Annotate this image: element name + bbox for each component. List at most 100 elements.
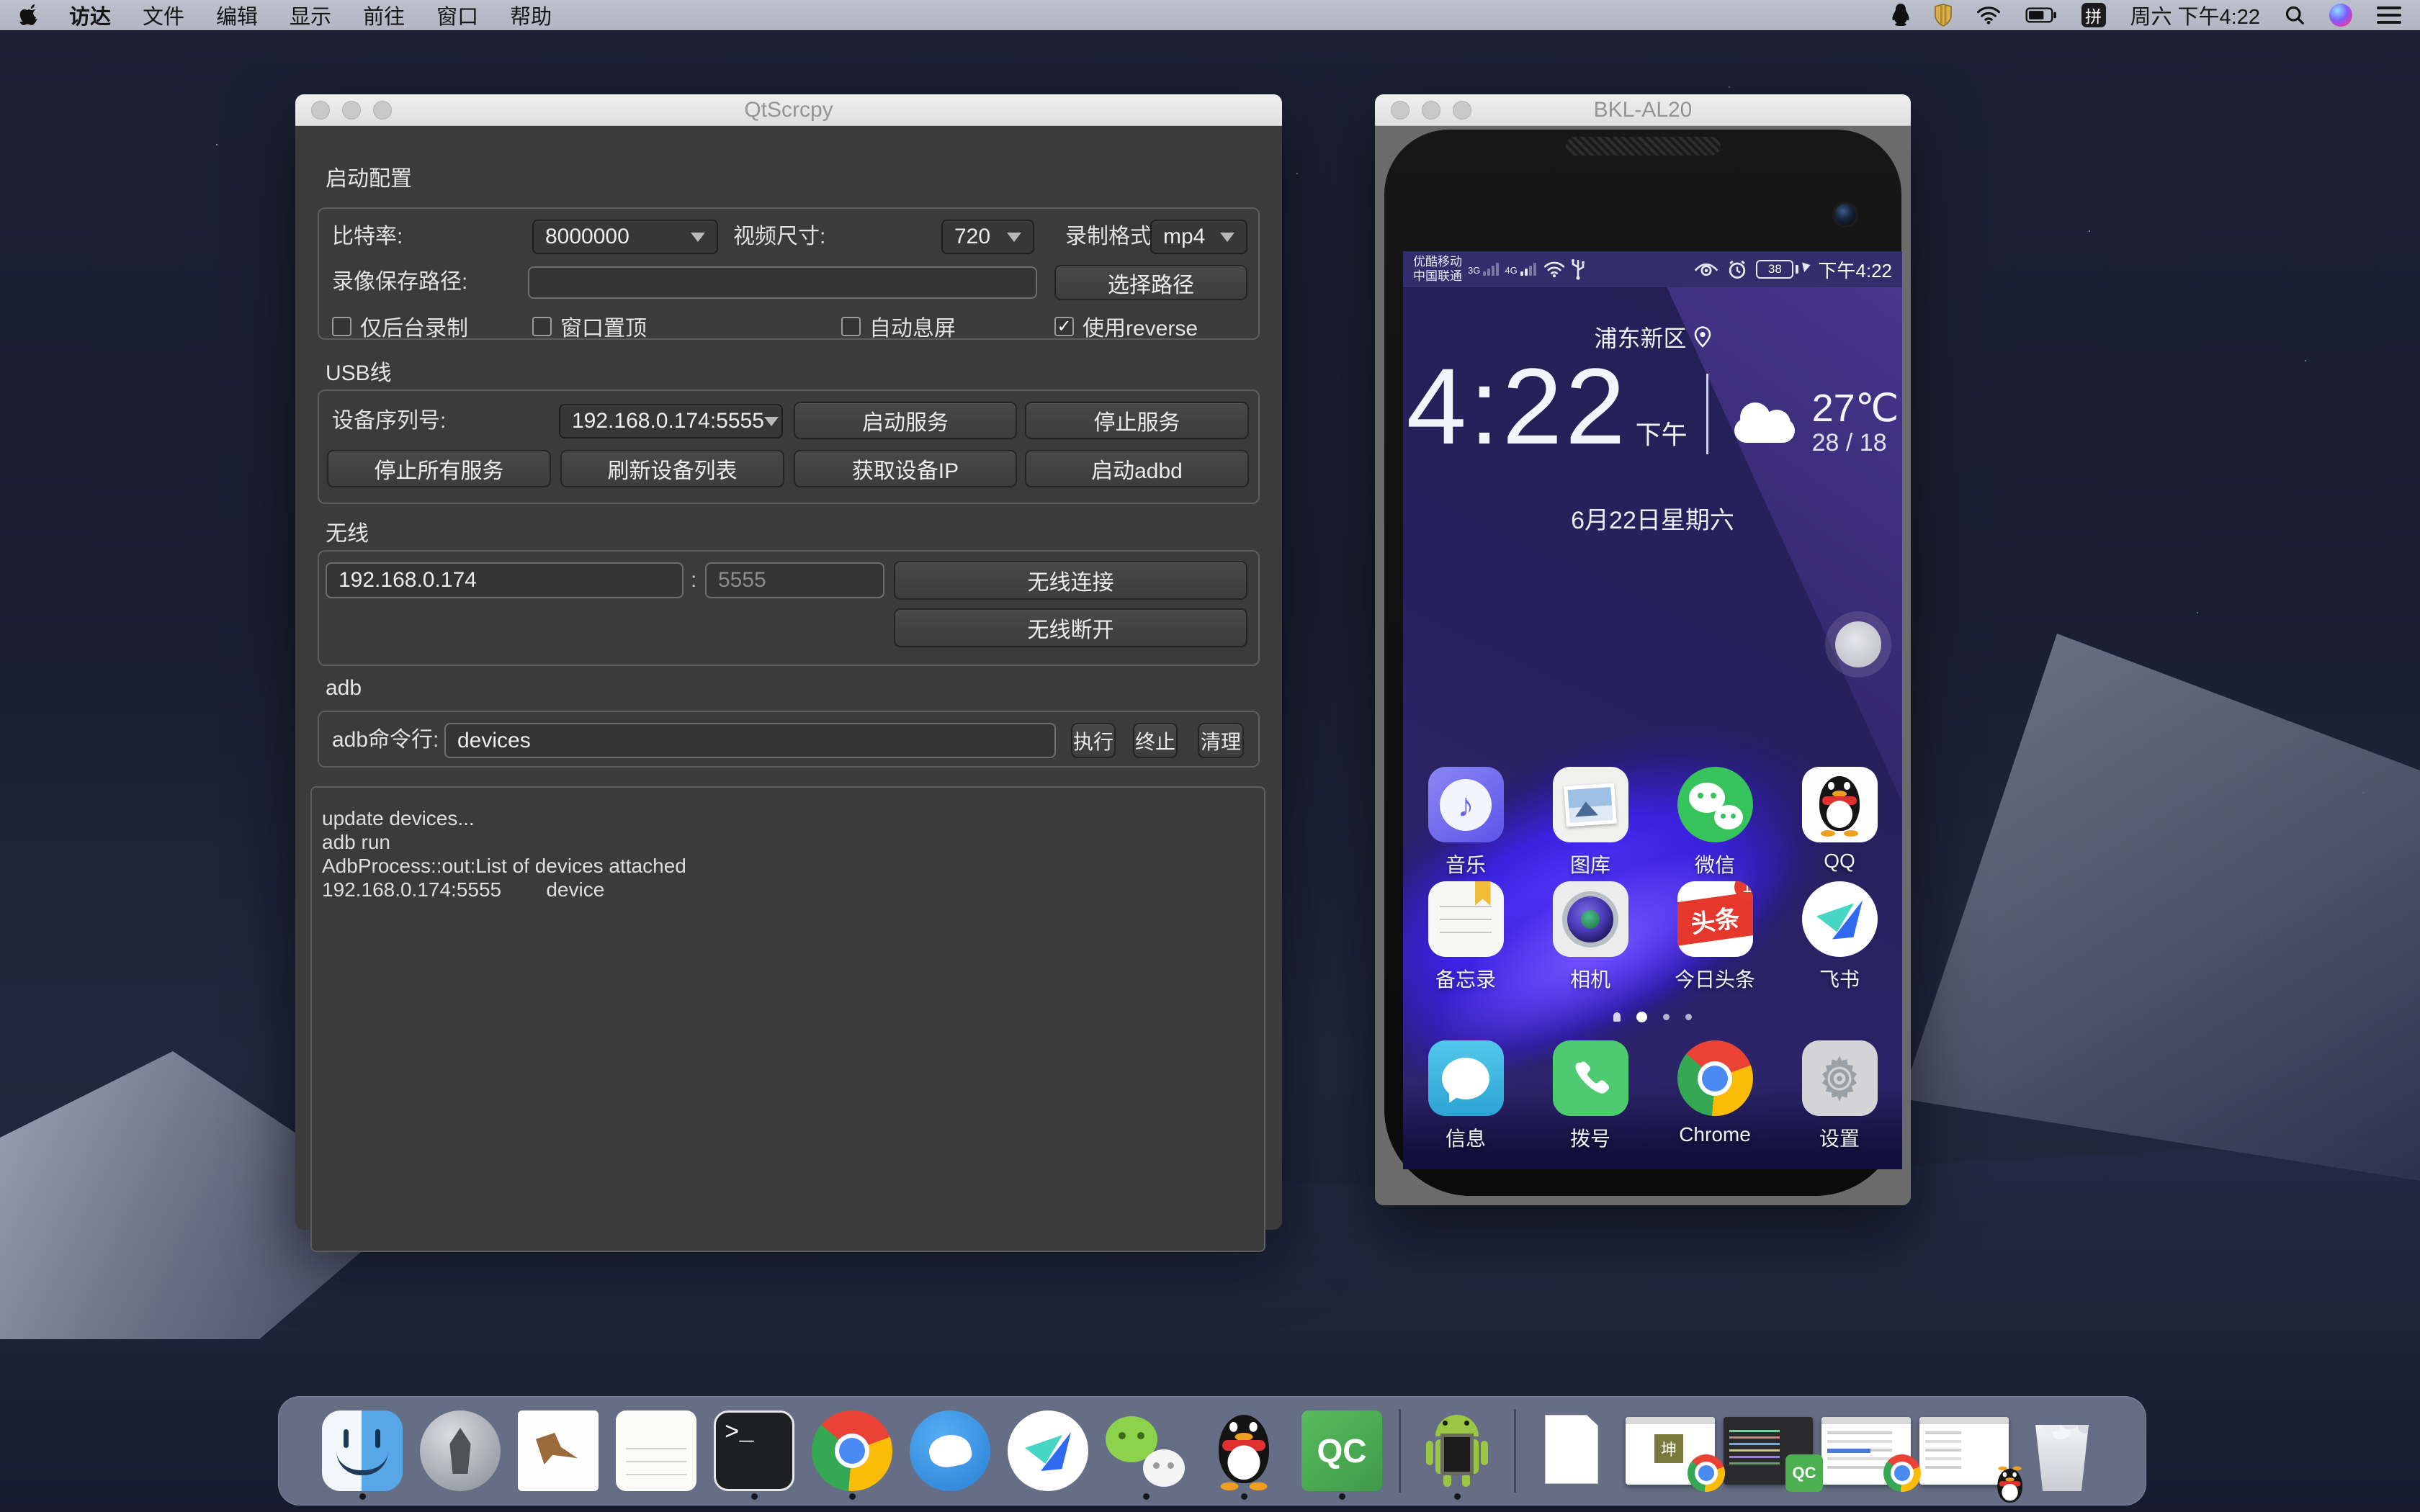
- dock-minimized-window-baidu[interactable]: [1819, 1400, 1914, 1501]
- siri-icon[interactable]: [2329, 4, 2352, 27]
- close-window-button[interactable]: [311, 101, 330, 120]
- app-messages[interactable]: 信息: [1423, 1040, 1508, 1152]
- dock-terminal[interactable]: >_: [707, 1400, 802, 1501]
- adb-clear-button[interactable]: 清理: [1198, 723, 1244, 758]
- app-camera[interactable]: 相机: [1548, 881, 1633, 993]
- minimize-window-button[interactable]: [1422, 101, 1440, 120]
- app-qq[interactable]: QQ: [1797, 767, 1882, 878]
- stop-service-button[interactable]: 停止服务: [1025, 402, 1249, 439]
- video-size-combobox[interactable]: 720: [941, 220, 1034, 254]
- battery-icon[interactable]: [2025, 7, 2057, 23]
- checkbox-box[interactable]: [532, 317, 552, 336]
- record-path-input[interactable]: [528, 266, 1037, 299]
- shield-icon[interactable]: [1935, 4, 1952, 27]
- dock-android-scrcpy[interactable]: [1410, 1400, 1505, 1501]
- app-settings[interactable]: 设置: [1797, 1040, 1882, 1152]
- checkbox-box[interactable]: [841, 317, 861, 336]
- phone-window-titlebar[interactable]: BKL-AL20: [1375, 94, 1911, 126]
- dock-wechat[interactable]: [1099, 1400, 1193, 1501]
- dock-paper-plane-app[interactable]: [1001, 1400, 1095, 1501]
- menu-file[interactable]: 文件: [143, 0, 184, 30]
- start-adbd-button[interactable]: 启动adbd: [1025, 450, 1249, 487]
- finder-icon: [322, 1410, 403, 1491]
- assistive-floating-ball[interactable]: [1835, 621, 1881, 667]
- qtscrcpy-titlebar[interactable]: QtScrcpy: [295, 94, 1282, 126]
- zoom-window-button[interactable]: [1453, 101, 1471, 120]
- checkbox-screen-off[interactable]: 自动息屏: [841, 310, 956, 342]
- menu-help[interactable]: 帮助: [510, 0, 552, 30]
- menubar-clock[interactable]: 周六 下午4:22: [2130, 0, 2261, 30]
- wallpaper-dune-right: [1901, 634, 2420, 1181]
- stop-all-services-button[interactable]: 停止所有服务: [327, 450, 551, 487]
- dock-qq[interactable]: [1197, 1400, 1291, 1501]
- phone-screen[interactable]: 优酷移动 中国联通 3G 4G: [1403, 251, 1902, 1169]
- app-toutiao[interactable]: 头条 1 今日头条: [1672, 881, 1757, 993]
- checkbox-box[interactable]: [332, 317, 351, 336]
- get-device-ip-button[interactable]: 获取设备IP: [794, 450, 1017, 487]
- dock-minimized-window-qq[interactable]: [1917, 1400, 2012, 1501]
- clock-widget[interactable]: 4:22 下午 27℃ 28 / 18: [1403, 352, 1902, 460]
- chrome-badge-icon: [1883, 1454, 1921, 1492]
- qtscrcpy-body: 启动配置 比特率: 8000000 视频尺寸: 720 录制格式: mp4 录像…: [295, 126, 1282, 1230]
- minimize-window-button[interactable]: [342, 101, 361, 120]
- wireless-connect-button[interactable]: 无线连接: [894, 561, 1247, 600]
- apple-icon[interactable]: [19, 4, 37, 26]
- dock-notes[interactable]: [609, 1400, 704, 1501]
- app-label: 拨号: [1570, 1123, 1610, 1152]
- adb-kill-button[interactable]: 终止: [1133, 723, 1178, 758]
- choose-path-button[interactable]: 选择路径: [1054, 265, 1247, 300]
- spotlight-search-icon[interactable]: [2285, 5, 2305, 25]
- dock-qc-app[interactable]: QC: [1295, 1400, 1389, 1501]
- refresh-devices-button[interactable]: 刷新设备列表: [560, 450, 784, 487]
- app-label: 图库: [1570, 850, 1610, 878]
- menu-app-name[interactable]: 访达: [69, 0, 111, 30]
- adb-run-button[interactable]: 执行: [1071, 723, 1116, 758]
- adb-log-output[interactable]: update devices... adb run AdbProcess::ou…: [310, 786, 1265, 1252]
- documents-icon: [1532, 1410, 1613, 1491]
- menu-window[interactable]: 窗口: [436, 0, 478, 30]
- qq-menubar-icon[interactable]: [1891, 4, 1910, 27]
- pinyin-input-icon[interactable]: 拼: [2081, 3, 2106, 27]
- dock-trash[interactable]: [2015, 1400, 2110, 1501]
- dock-minimized-window-kun[interactable]: 坤: [1623, 1400, 1718, 1501]
- dock-launchpad[interactable]: [413, 1400, 508, 1501]
- running-indicator: [1454, 1493, 1461, 1500]
- checkbox-use-reverse[interactable]: 使用reverse: [1054, 310, 1198, 342]
- app-music[interactable]: ♪ 音乐: [1423, 767, 1508, 878]
- checkbox-always-on-top[interactable]: 窗口置顶: [532, 310, 647, 342]
- serial-combobox[interactable]: 192.168.0.174:5555: [559, 404, 783, 438]
- dock-documents-stack[interactable]: [1525, 1400, 1620, 1501]
- wireless-disconnect-button[interactable]: 无线断开: [894, 608, 1247, 647]
- start-service-button[interactable]: 启动服务: [794, 402, 1017, 439]
- wechat-icon: [1106, 1410, 1186, 1491]
- dock-finder[interactable]: [315, 1400, 410, 1501]
- camera-icon: [1553, 881, 1628, 957]
- app-chrome[interactable]: Chrome: [1672, 1040, 1757, 1152]
- dock-mail[interactable]: [511, 1400, 606, 1501]
- record-format-combobox[interactable]: mp4: [1150, 220, 1247, 254]
- menu-edit[interactable]: 编辑: [216, 0, 258, 30]
- wireless-port-input[interactable]: [705, 562, 884, 598]
- zoom-window-button[interactable]: [373, 101, 392, 120]
- adb-cmd-input[interactable]: [444, 723, 1056, 758]
- wifi-icon[interactable]: [1976, 6, 2001, 24]
- checkbox-background-record[interactable]: 仅后台录制: [332, 310, 468, 342]
- bitrate-value: 8000000: [545, 225, 629, 249]
- app-wechat[interactable]: 微信: [1672, 767, 1757, 878]
- dock-seal-app[interactable]: [903, 1400, 998, 1501]
- app-dialer[interactable]: 拨号: [1548, 1040, 1633, 1152]
- close-window-button[interactable]: [1391, 101, 1410, 120]
- dock-chrome[interactable]: [805, 1400, 900, 1501]
- weather-block[interactable]: 27℃ 28 / 18: [1730, 387, 1899, 457]
- dock-minimized-window-code[interactable]: QC: [1721, 1400, 1816, 1501]
- app-feishu[interactable]: 飞书: [1797, 881, 1882, 993]
- checkbox-box-checked[interactable]: [1054, 317, 1074, 336]
- app-notes[interactable]: 备忘录: [1423, 881, 1508, 993]
- page-dot-bulb: [1613, 1012, 1621, 1022]
- wireless-ip-input[interactable]: [326, 562, 684, 598]
- notification-center-icon[interactable]: [2377, 6, 2401, 24]
- menu-go[interactable]: 前往: [363, 0, 405, 30]
- bitrate-combobox[interactable]: 8000000: [532, 220, 718, 254]
- app-gallery[interactable]: 图库: [1548, 767, 1633, 878]
- menu-view[interactable]: 显示: [290, 0, 331, 30]
